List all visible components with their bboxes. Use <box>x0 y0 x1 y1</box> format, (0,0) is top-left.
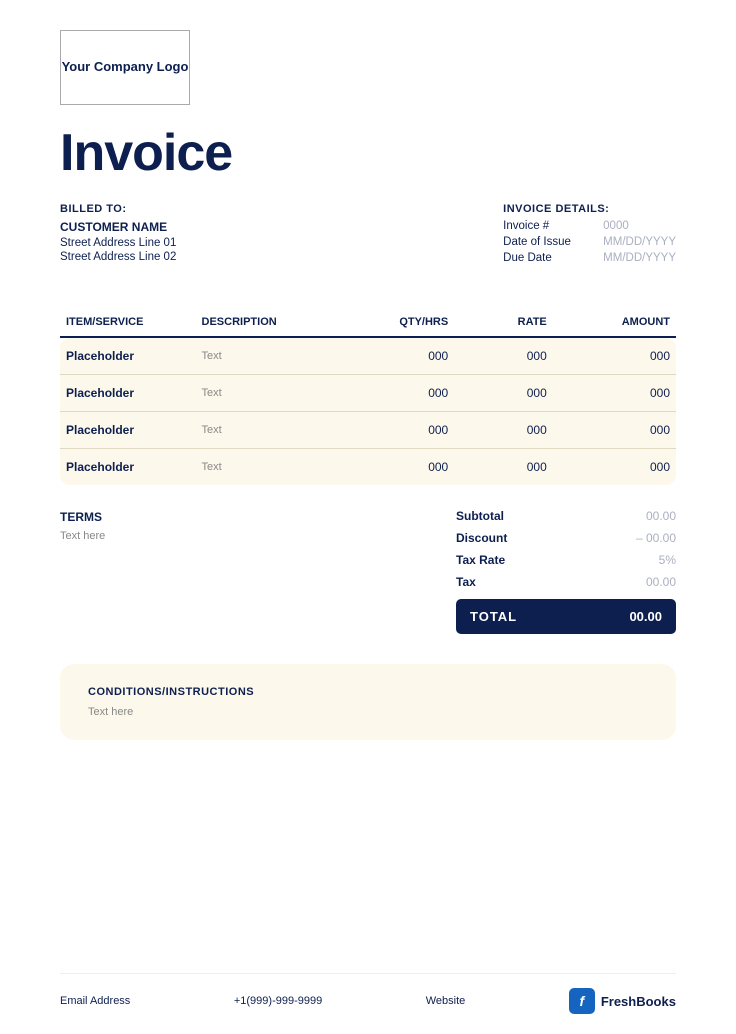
item-amount: 000 <box>553 412 676 449</box>
invoice-number-row: Invoice # 0000 <box>503 220 676 232</box>
terms-title: TERMS <box>60 510 456 524</box>
item-amount: 000 <box>553 375 676 412</box>
item-name: Placeholder <box>60 412 196 449</box>
item-amount: 000 <box>553 338 676 375</box>
due-date-label: Due Date <box>503 252 593 264</box>
items-table-wrap: ITEM/SERVICE DESCRIPTION QTY/HRS RATE AM… <box>60 308 676 505</box>
total-label: TOTAL <box>470 609 517 624</box>
item-qty: 000 <box>356 412 455 449</box>
conditions-section: CONDITIONS/INSTRUCTIONS Text here <box>60 664 676 740</box>
table-row: Placeholder Text 000 000 000 <box>60 375 676 412</box>
item-name: Placeholder <box>60 338 196 375</box>
tax-rate-label: Tax Rate <box>456 553 505 567</box>
item-description: Text <box>196 338 356 375</box>
items-data-table: Placeholder Text 000 000 000 Placeholder… <box>60 338 676 485</box>
date-of-issue-value: MM/DD/YYYY <box>603 236 676 248</box>
terms-text: Text here <box>60 530 456 542</box>
item-description: Text <box>196 412 356 449</box>
col-header-desc: DESCRIPTION <box>196 308 356 337</box>
item-qty: 000 <box>356 338 455 375</box>
item-rate: 000 <box>454 449 553 486</box>
terms-section: TERMS Text here <box>60 505 456 634</box>
due-date-value: MM/DD/YYYY <box>603 252 676 264</box>
item-rate: 000 <box>454 338 553 375</box>
col-header-qty: QTY/HRS <box>356 308 455 337</box>
item-name: Placeholder <box>60 375 196 412</box>
page-title: Invoice <box>60 123 676 183</box>
col-header-item: ITEM/SERVICE <box>60 308 196 337</box>
col-header-amount: AMOUNT <box>553 308 676 337</box>
tax-rate-value: 5% <box>616 553 676 567</box>
item-qty: 000 <box>356 375 455 412</box>
footer: Email Address +1(999)-999-9999 Website f… <box>60 973 676 1014</box>
footer-phone: +1(999)-999-9999 <box>234 995 322 1007</box>
items-table-header: ITEM/SERVICE DESCRIPTION QTY/HRS RATE AM… <box>60 308 676 338</box>
invoice-number-label: Invoice # <box>503 220 593 232</box>
item-description: Text <box>196 375 356 412</box>
total-value: 00.00 <box>629 609 662 624</box>
invoice-details-label: INVOICE DETAILS: <box>503 203 676 215</box>
customer-name: CUSTOMER NAME <box>60 220 176 234</box>
address-line-2: Street Address Line 02 <box>60 251 176 263</box>
item-name: Placeholder <box>60 449 196 486</box>
discount-row: Discount – 00.00 <box>456 527 676 549</box>
billed-to-section: BILLED TO: CUSTOMER NAME Street Address … <box>60 203 176 268</box>
company-logo: Your Company Logo <box>60 30 190 105</box>
freshbooks-logo: f FreshBooks <box>569 988 676 1014</box>
bottom-section: TERMS Text here Subtotal 00.00 Discount … <box>60 505 676 634</box>
due-date-row: Due Date MM/DD/YYYY <box>503 252 676 264</box>
discount-label: Discount <box>456 531 507 545</box>
tax-row: Tax 00.00 <box>456 571 676 593</box>
conditions-title: CONDITIONS/INSTRUCTIONS <box>88 686 648 698</box>
freshbooks-icon: f <box>569 988 595 1014</box>
table-header-row: ITEM/SERVICE DESCRIPTION QTY/HRS RATE AM… <box>60 308 676 337</box>
items-section: Placeholder Text 000 000 000 Placeholder… <box>60 338 676 485</box>
tax-value: 00.00 <box>616 575 676 589</box>
invoice-details-section: INVOICE DETAILS: Invoice # 0000 Date of … <box>503 203 676 268</box>
table-row: Placeholder Text 000 000 000 <box>60 449 676 486</box>
item-rate: 000 <box>454 375 553 412</box>
discount-value: – 00.00 <box>616 531 676 545</box>
invoice-number-value: 0000 <box>603 220 629 232</box>
footer-email: Email Address <box>60 995 130 1007</box>
item-qty: 000 <box>356 449 455 486</box>
subtotal-value: 00.00 <box>616 509 676 523</box>
item-rate: 000 <box>454 412 553 449</box>
date-of-issue-label: Date of Issue <box>503 236 593 248</box>
col-header-rate: RATE <box>454 308 553 337</box>
totals-section: Subtotal 00.00 Discount – 00.00 Tax Rate… <box>456 505 676 634</box>
invoice-page: Your Company Logo Invoice BILLED TO: CUS… <box>0 0 736 1034</box>
subtotal-row: Subtotal 00.00 <box>456 505 676 527</box>
table-row: Placeholder Text 000 000 000 <box>60 338 676 375</box>
item-description: Text <box>196 449 356 486</box>
total-bar: TOTAL 00.00 <box>456 599 676 634</box>
item-amount: 000 <box>553 449 676 486</box>
table-row: Placeholder Text 000 000 000 <box>60 412 676 449</box>
subtotal-label: Subtotal <box>456 509 504 523</box>
tax-rate-row: Tax Rate 5% <box>456 549 676 571</box>
date-of-issue-row: Date of Issue MM/DD/YYYY <box>503 236 676 248</box>
tax-label: Tax <box>456 575 476 589</box>
billing-details-row: BILLED TO: CUSTOMER NAME Street Address … <box>60 203 676 268</box>
billed-to-label: BILLED TO: <box>60 203 176 215</box>
footer-website: Website <box>426 995 466 1007</box>
address-line-1: Street Address Line 01 <box>60 237 176 249</box>
freshbooks-brand-name: FreshBooks <box>601 994 676 1009</box>
conditions-text: Text here <box>88 706 648 718</box>
